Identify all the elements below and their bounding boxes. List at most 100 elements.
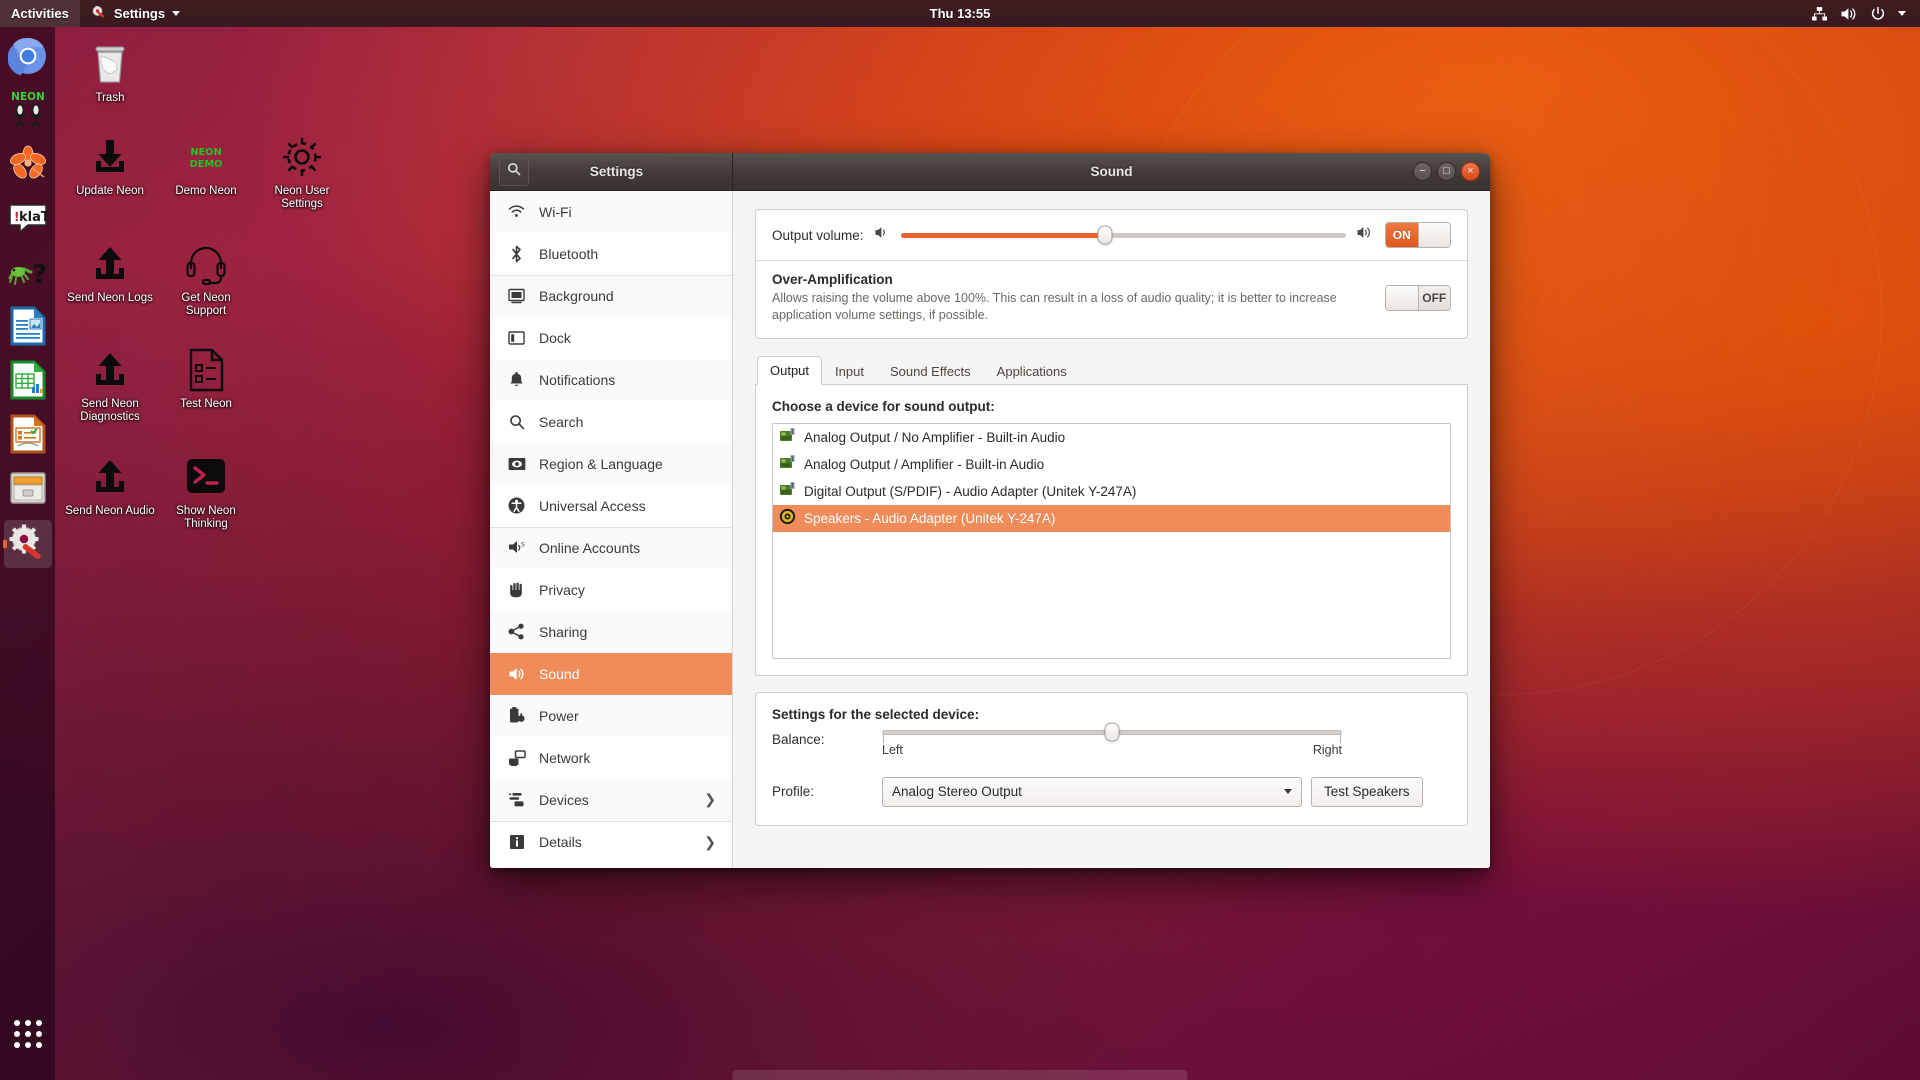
- device-list-item[interactable]: Digital Output (S/PDIF) - Audio Adapter …: [773, 478, 1450, 505]
- dock-item-file-manager[interactable]: [4, 466, 52, 514]
- search-button[interactable]: [499, 157, 529, 186]
- volume-slider-knob[interactable]: [1097, 225, 1113, 245]
- over-amplification-toggle[interactable]: OFF: [1385, 284, 1451, 311]
- desktop-icon-test-neon[interactable]: Test Neon: [158, 340, 254, 428]
- sidebar-item-sound[interactable]: Sound: [490, 653, 732, 695]
- chevron-down-icon[interactable]: [1898, 11, 1906, 16]
- device-list-item[interactable]: Analog Output / Amplifier - Built-in Aud…: [773, 451, 1450, 478]
- profile-dropdown[interactable]: Analog Stereo Output: [882, 776, 1302, 807]
- desktop-icon-get-neon-support[interactable]: Get Neon Support: [158, 234, 254, 322]
- clock[interactable]: Thu 13:55: [930, 6, 991, 21]
- device-list-item[interactable]: Analog Output / No Amplifier - Built-in …: [773, 424, 1450, 451]
- sidebar-item-details[interactable]: Details ❯: [490, 821, 732, 863]
- sidebar-item-privacy[interactable]: Privacy: [490, 569, 732, 611]
- desktop-icon-row: Send Neon Audio Show Neon Thinking: [62, 447, 350, 535]
- desktop-icon-send-neon-diagnostics[interactable]: Send Neon Diagnostics: [62, 340, 158, 428]
- power-icon[interactable]: [1870, 6, 1886, 22]
- sidebar-item-network[interactable]: Network: [490, 737, 732, 779]
- desktop-icon-row: Send Neon Logs Get Neon Support: [62, 234, 350, 322]
- tab-output[interactable]: Output: [757, 355, 823, 385]
- sidebar-item-region-language[interactable]: Region & Language: [490, 443, 732, 485]
- sidebar-item-power[interactable]: Power: [490, 695, 732, 737]
- device-list-item[interactable]: Speakers - Audio Adapter (Unitek Y-247A): [773, 504, 1450, 532]
- dock-item-libreoffice-writer[interactable]: [4, 304, 52, 352]
- dock-item-libreoffice-impress[interactable]: [4, 412, 52, 460]
- tab-applications[interactable]: Applications: [984, 357, 1080, 385]
- sidebar-item-label: Online Accounts: [539, 540, 641, 556]
- maximize-icon: □: [1443, 165, 1450, 177]
- desktop-icon-label: Test Neon: [180, 398, 232, 411]
- balance-slider-knob[interactable]: [1104, 722, 1120, 742]
- device-label: Digital Output (S/PDIF) - Audio Adapter …: [804, 483, 1137, 499]
- sidebar-item-search[interactable]: Search: [490, 401, 732, 443]
- libreoffice-impress-icon: [9, 414, 47, 458]
- desktop-icon-label: Demo Neon: [175, 185, 237, 198]
- sidebar-item-bluetooth[interactable]: Bluetooth: [490, 233, 732, 275]
- sidebar-item-label: Universal Access: [539, 497, 646, 514]
- output-volume-toggle[interactable]: ON: [1385, 222, 1451, 248]
- sidebar-item-label: Power: [539, 707, 579, 724]
- balance-control: Left Right: [882, 722, 1342, 757]
- show-applications-button[interactable]: [4, 1012, 52, 1060]
- gear-icon: [278, 133, 326, 181]
- dock-item-mycroft-flower[interactable]: [4, 142, 52, 190]
- output-volume-slider[interactable]: [900, 225, 1346, 245]
- dock-item-libreoffice-calc[interactable]: [4, 358, 52, 406]
- window-controls: − □ ×: [1413, 162, 1480, 181]
- desktop-icon-update-neon[interactable]: Update Neon: [62, 127, 158, 215]
- device-label: Analog Output / Amplifier - Built-in Aud…: [804, 456, 1045, 472]
- audio-card-icon: [779, 454, 796, 474]
- dock-item-klat[interactable]: ! klaT: [4, 196, 52, 244]
- minimize-button[interactable]: −: [1413, 162, 1432, 181]
- sidebar-item-wifi[interactable]: Wi-Fi: [490, 191, 732, 233]
- window-titlebar[interactable]: Settings Sound − □ ×: [490, 153, 1490, 191]
- desktop-icon-send-neon-audio[interactable]: Send Neon Audio: [62, 447, 158, 535]
- activities-label: Activities: [11, 6, 69, 21]
- dock-item-chromium[interactable]: [4, 34, 52, 82]
- sidebar-item-sharing[interactable]: Sharing: [490, 611, 732, 653]
- network-wired-icon[interactable]: [1811, 6, 1828, 22]
- close-icon: ×: [1467, 165, 1474, 177]
- desktop-icon-trash[interactable]: Trash: [62, 34, 158, 109]
- klat-speech-bubble-icon: ! klaT: [6, 199, 50, 241]
- activities-button[interactable]: Activities: [0, 0, 80, 27]
- sidebar-item-online-accounts[interactable]: S Online Accounts: [490, 527, 732, 569]
- search-icon: [507, 414, 526, 430]
- sidebar-item-dock[interactable]: Dock: [490, 317, 732, 359]
- desktop-icon-demo-neon[interactable]: NEON DEMO Demo Neon: [158, 127, 254, 215]
- system-tray[interactable]: [1803, 0, 1914, 27]
- output-device-list[interactable]: Analog Output / No Amplifier - Built-in …: [772, 422, 1451, 659]
- chromium-icon: [7, 36, 48, 80]
- test-speakers-button[interactable]: Test Speakers: [1311, 776, 1423, 807]
- app-menu-button[interactable]: Settings: [80, 0, 191, 27]
- tab-label: Applications: [996, 363, 1067, 379]
- balance-slider[interactable]: [882, 722, 1342, 743]
- privacy-hand-icon: [507, 581, 526, 598]
- desktop-icon-show-neon-thinking[interactable]: Show Neon Thinking: [158, 447, 254, 535]
- balance-left-label: Left: [882, 742, 903, 757]
- sidebar-item-background[interactable]: Background: [490, 275, 732, 317]
- settings-sidebar: Wi-Fi Bluetooth Background Dock Notifica…: [490, 191, 733, 868]
- volume-icon[interactable]: [1840, 6, 1858, 22]
- over-amplification-title: Over-Amplification: [772, 272, 893, 287]
- desktop-icon-send-neon-logs[interactable]: Send Neon Logs: [62, 234, 158, 322]
- desktop-icon-neon-user-settings[interactable]: Neon User Settings: [254, 127, 350, 215]
- desktop-icon-label: Get Neon Support: [181, 291, 231, 317]
- dock-item-gecko-help[interactable]: ?: [4, 250, 52, 298]
- dock-item-neon-mics[interactable]: NEON: [4, 88, 52, 136]
- settings-gear-wrench-icon: [8, 522, 48, 566]
- dock-item-settings[interactable]: [3, 520, 52, 568]
- sidebar-item-devices[interactable]: Devices ❯: [490, 779, 732, 821]
- chevron-down-icon: [1284, 789, 1292, 795]
- sidebar-title: Settings: [589, 164, 644, 179]
- tab-input[interactable]: Input: [822, 357, 877, 385]
- close-button[interactable]: ×: [1461, 162, 1480, 181]
- sidebar-item-notifications[interactable]: Notifications: [490, 359, 732, 401]
- dock-icon: [507, 330, 526, 346]
- balance-right-label: Right: [1312, 742, 1342, 757]
- tab-sound-effects[interactable]: Sound Effects: [877, 357, 984, 385]
- dock: NEON ! klaT ?: [0, 27, 55, 1080]
- libreoffice-calc-icon: [9, 360, 47, 404]
- sidebar-item-universal-access[interactable]: Universal Access: [490, 485, 732, 527]
- maximize-button[interactable]: □: [1437, 162, 1456, 181]
